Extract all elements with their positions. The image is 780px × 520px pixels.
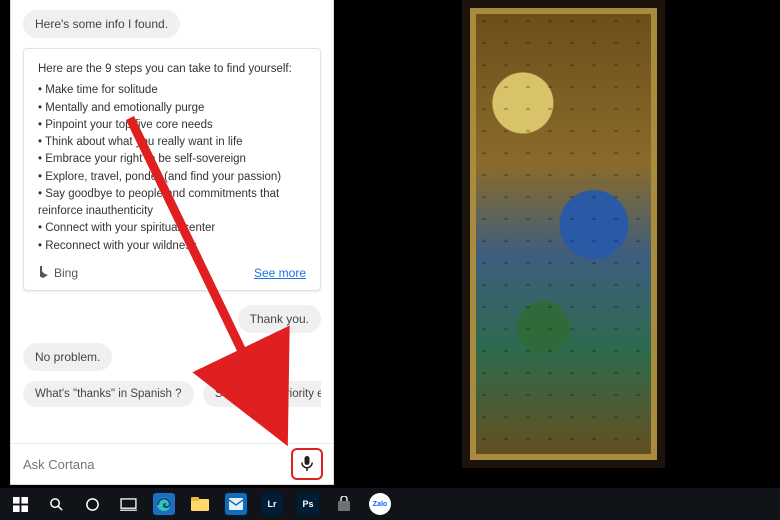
ask-cortana-input[interactable] xyxy=(21,456,283,473)
card-list-item: Make time for solitude xyxy=(38,82,306,99)
card-list-item: Reconnect with your wildness xyxy=(38,238,306,255)
card-list-item: Embrace your right to be self-sovereign xyxy=(38,151,306,168)
suggestion-chip[interactable]: Send a high priority email xyxy=(203,381,321,407)
taskbar-app-lightroom[interactable]: Lr xyxy=(254,493,290,515)
card-list-item: Mentally and emotionally purge xyxy=(38,100,306,117)
taskbar-app-zalo[interactable]: Zalo xyxy=(362,493,398,515)
suggestion-chip[interactable]: What's "thanks" in Spanish ? xyxy=(23,381,194,407)
suggestion-row: What's "thanks" in Spanish ? Send a high… xyxy=(23,381,321,407)
start-button[interactable] xyxy=(2,488,38,520)
card-list: Make time for solitudeMentally and emoti… xyxy=(38,82,306,255)
user-bubble: Thank you. xyxy=(238,305,321,333)
bing-icon xyxy=(38,266,50,280)
card-list-item: Pinpoint your top five core needs xyxy=(38,117,306,134)
taskview-icon xyxy=(120,498,137,511)
taskbar-app-mail[interactable] xyxy=(218,493,254,515)
answer-card: Here are the 9 steps you can take to fin… xyxy=(23,48,321,291)
see-more-link[interactable]: See more xyxy=(254,265,306,282)
microphone-icon xyxy=(300,455,314,474)
card-list-item: Connect with your spiritual center xyxy=(38,220,306,237)
search-icon xyxy=(49,497,64,512)
bing-source: Bing xyxy=(38,265,78,282)
card-list-item: Explore, travel, ponder (and find your p… xyxy=(38,169,306,186)
conversation-area: Here's some info I found. Here are the 9… xyxy=(11,0,333,443)
taskbar: LrPs Zalo xyxy=(0,488,780,520)
card-list-item: Think about what you really want in life xyxy=(38,134,306,151)
microphone-button[interactable] xyxy=(291,448,323,480)
cortana-panel: Here's some info I found. Here are the 9… xyxy=(10,0,334,485)
taskbar-app-store[interactable] xyxy=(326,493,362,515)
assistant-bubble: Here's some info I found. xyxy=(23,10,180,38)
wallpaper-image xyxy=(462,0,665,468)
ask-bar xyxy=(11,443,333,484)
cortana-button[interactable] xyxy=(74,488,110,520)
taskbar-app-edge[interactable] xyxy=(146,493,182,515)
taskview-button[interactable] xyxy=(110,488,146,520)
taskbar-app-explorer[interactable] xyxy=(182,493,218,515)
windows-icon xyxy=(13,497,28,512)
card-intro: Here are the 9 steps you can take to fin… xyxy=(38,61,306,78)
card-list-item: Say goodbye to people and commitments th… xyxy=(38,186,306,221)
search-button[interactable] xyxy=(38,488,74,520)
assistant-bubble: No problem. xyxy=(23,343,112,371)
taskbar-app-photoshop[interactable]: Ps xyxy=(290,493,326,515)
cortana-ring-icon xyxy=(85,497,100,512)
